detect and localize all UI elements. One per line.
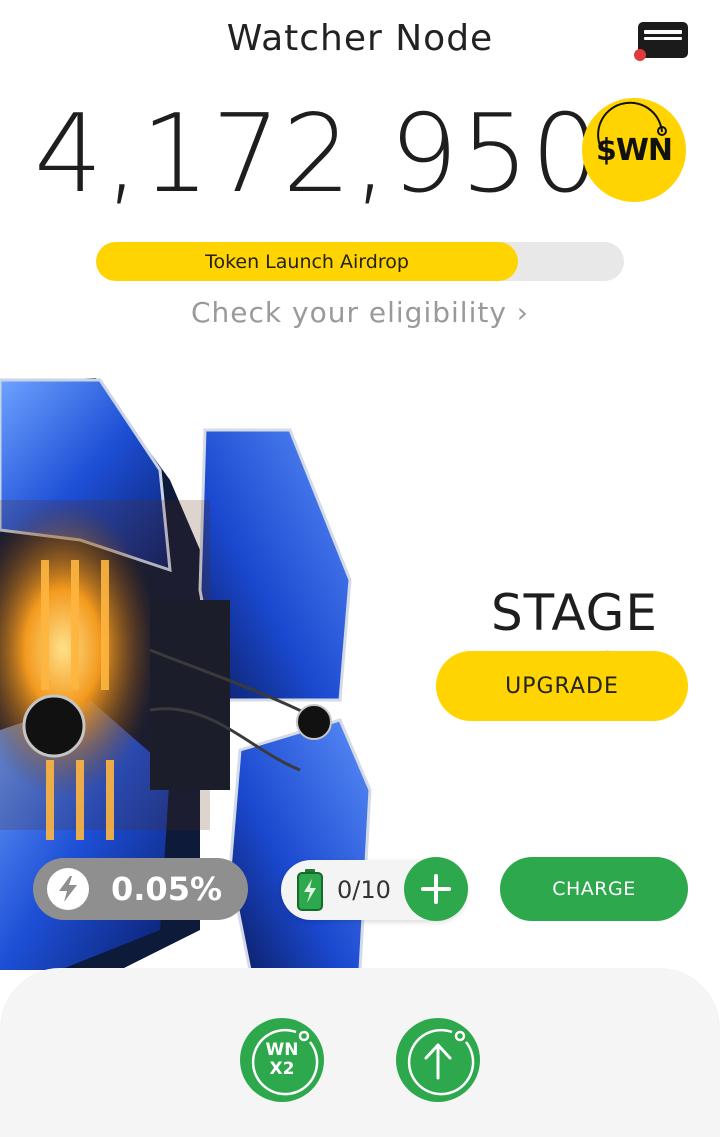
battery-icon: [297, 869, 323, 911]
arrow-up-icon: [407, 1028, 475, 1096]
upgrade-node-button[interactable]: [396, 1018, 480, 1102]
token-symbol: $WN: [595, 132, 673, 168]
wallet-icon: [634, 22, 688, 61]
add-charge-button[interactable]: [404, 857, 468, 921]
bottom-panel: [0, 968, 720, 1137]
notification-dot: [634, 49, 646, 61]
plus-icon: [421, 874, 451, 904]
airdrop-label: Token Launch Airdrop: [205, 250, 409, 273]
lightning-icon: [47, 868, 89, 910]
charge-button[interactable]: CHARGE: [500, 857, 688, 921]
boost-x2-button[interactable]: WN X2: [240, 1018, 324, 1102]
token-balance: 4,172,950: [34, 92, 602, 217]
upgrade-button[interactable]: UPGRADE: [436, 651, 688, 721]
boost-line-2: X2: [269, 1059, 295, 1079]
chevron-right-icon: ›: [516, 296, 529, 329]
charges-value: 0/10: [337, 876, 391, 904]
mining-rate-value: 0.05%: [111, 870, 223, 908]
mining-rate-pill: 0.05%: [33, 858, 248, 920]
token-coin-badge: $WN: [582, 98, 686, 202]
wallet-button[interactable]: [632, 20, 690, 62]
check-eligibility-link[interactable]: Check your eligibility ›: [0, 296, 720, 329]
eligibility-text: Check your eligibility: [191, 296, 507, 329]
page-title: Watcher Node: [226, 18, 494, 59]
boost-line-1: WN: [265, 1040, 299, 1060]
